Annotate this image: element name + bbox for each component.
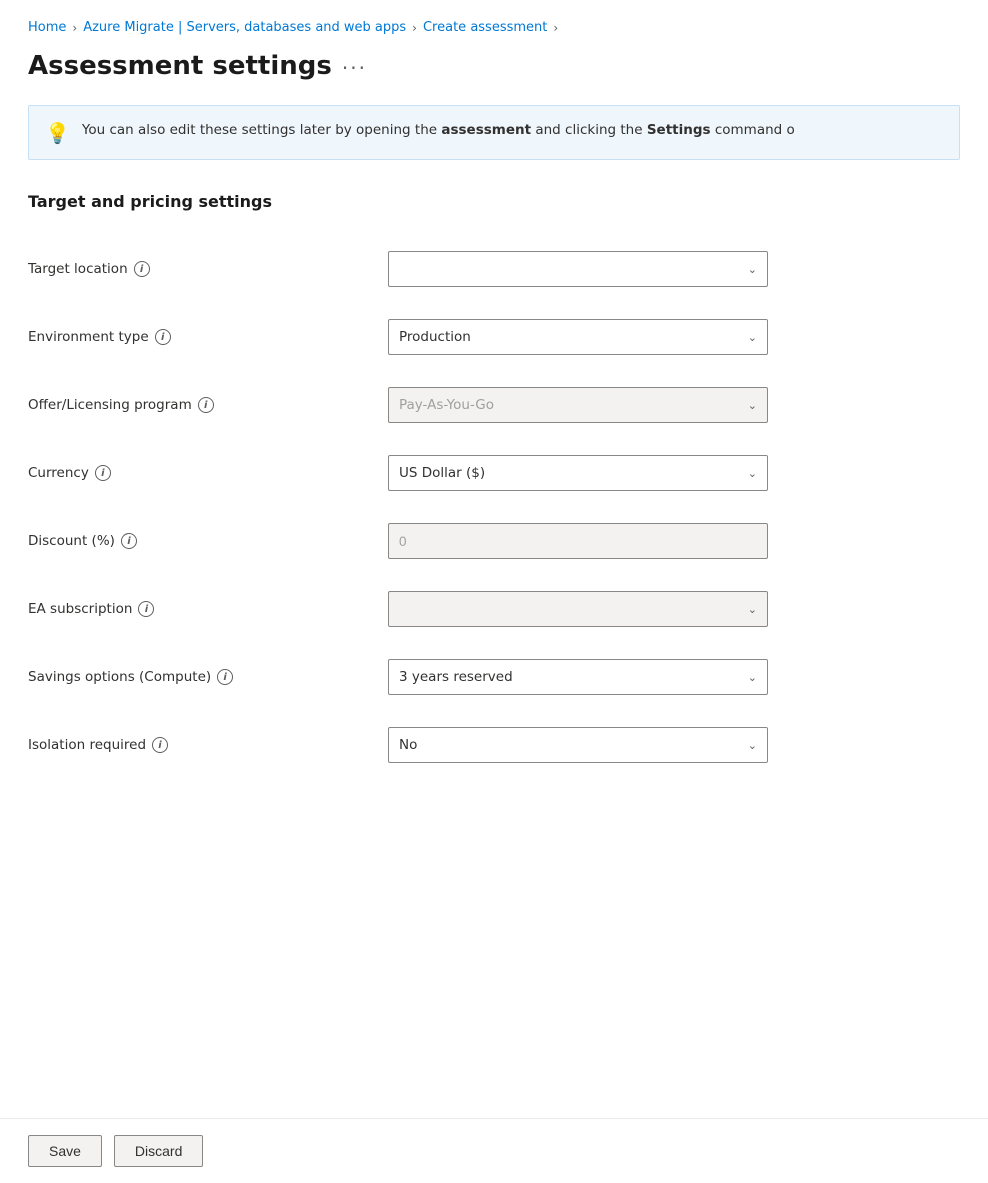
dropdown-environment-type[interactable]: Production ⌄ — [388, 319, 768, 355]
chevron-environment-type: ⌄ — [748, 331, 757, 344]
label-ea-subscription: EA subscription i — [28, 601, 388, 617]
control-currency: US Dollar ($) ⌄ — [388, 455, 768, 491]
form-row-ea-subscription: EA subscription i ⌄ — [28, 575, 960, 643]
dropdown-currency-value: US Dollar ($) — [399, 465, 485, 481]
dropdown-offer-licensing[interactable]: Pay-As-You-Go ⌄ — [388, 387, 768, 423]
form-row-offer-licensing: Offer/Licensing program i Pay-As-You-Go … — [28, 371, 960, 439]
input-discount[interactable] — [388, 523, 768, 559]
info-environment-type[interactable]: i — [155, 329, 171, 345]
form-row-discount: Discount (%) i — [28, 507, 960, 575]
form-row-savings-options: Savings options (Compute) i 3 years rese… — [28, 643, 960, 711]
dropdown-target-location[interactable]: ⌄ — [388, 251, 768, 287]
dropdown-environment-type-value: Production — [399, 329, 471, 345]
label-offer-licensing: Offer/Licensing program i — [28, 397, 388, 413]
dropdown-offer-licensing-value: Pay-As-You-Go — [399, 397, 494, 413]
label-target-location: Target location i — [28, 261, 388, 277]
control-savings-options: 3 years reserved ⌄ — [388, 659, 768, 695]
control-target-location: ⌄ — [388, 251, 768, 287]
info-offer-licensing[interactable]: i — [198, 397, 214, 413]
breadcrumb-sep3: › — [553, 21, 558, 35]
dropdown-savings-options[interactable]: 3 years reserved ⌄ — [388, 659, 768, 695]
dropdown-currency[interactable]: US Dollar ($) ⌄ — [388, 455, 768, 491]
control-isolation-required: No ⌄ — [388, 727, 768, 763]
info-banner: 💡 You can also edit these settings later… — [28, 105, 960, 160]
discard-button[interactable]: Discard — [114, 1135, 203, 1167]
form-row-isolation-required: Isolation required i No ⌄ — [28, 711, 960, 779]
breadcrumb-sep1: › — [72, 21, 77, 35]
breadcrumb-create-assessment[interactable]: Create assessment — [423, 20, 547, 35]
chevron-savings-options: ⌄ — [748, 671, 757, 684]
chevron-ea-subscription: ⌄ — [748, 603, 757, 616]
save-button[interactable]: Save — [28, 1135, 102, 1167]
footer: Save Discard — [0, 1118, 988, 1183]
info-isolation-required[interactable]: i — [152, 737, 168, 753]
label-isolation-required: Isolation required i — [28, 737, 388, 753]
form-row-currency: Currency i US Dollar ($) ⌄ — [28, 439, 960, 507]
control-environment-type: Production ⌄ — [388, 319, 768, 355]
more-options-button[interactable]: ··· — [342, 56, 367, 80]
breadcrumb: Home › Azure Migrate | Servers, database… — [28, 20, 960, 35]
chevron-isolation-required: ⌄ — [748, 739, 757, 752]
control-ea-subscription: ⌄ — [388, 591, 768, 627]
control-discount — [388, 523, 768, 559]
label-discount: Discount (%) i — [28, 533, 388, 549]
breadcrumb-azure-migrate[interactable]: Azure Migrate | Servers, databases and w… — [83, 20, 406, 35]
chevron-offer-licensing: ⌄ — [748, 399, 757, 412]
info-savings-options[interactable]: i — [217, 669, 233, 685]
info-target-location[interactable]: i — [134, 261, 150, 277]
label-environment-type: Environment type i — [28, 329, 388, 345]
dropdown-ea-subscription-value — [399, 601, 403, 617]
info-banner-text: You can also edit these settings later b… — [82, 120, 795, 140]
form-row-environment-type: Environment type i Production ⌄ — [28, 303, 960, 371]
label-savings-options: Savings options (Compute) i — [28, 669, 388, 685]
info-ea-subscription[interactable]: i — [138, 601, 154, 617]
dropdown-isolation-required[interactable]: No ⌄ — [388, 727, 768, 763]
page-title: Assessment settings — [28, 51, 332, 81]
dropdown-ea-subscription[interactable]: ⌄ — [388, 591, 768, 627]
bulb-icon: 💡 — [45, 121, 70, 145]
form-grid: Target location i ⌄ Environment type i P… — [28, 235, 960, 779]
control-offer-licensing: Pay-As-You-Go ⌄ — [388, 387, 768, 423]
info-currency[interactable]: i — [95, 465, 111, 481]
label-currency: Currency i — [28, 465, 388, 481]
dropdown-savings-options-value: 3 years reserved — [399, 669, 513, 685]
chevron-target-location: ⌄ — [748, 263, 757, 276]
section-title: Target and pricing settings — [28, 192, 960, 211]
info-discount[interactable]: i — [121, 533, 137, 549]
form-row-target-location: Target location i ⌄ — [28, 235, 960, 303]
dropdown-target-location-value — [399, 261, 403, 277]
chevron-currency: ⌄ — [748, 467, 757, 480]
breadcrumb-sep2: › — [412, 21, 417, 35]
page-title-row: Assessment settings ··· — [28, 51, 960, 81]
breadcrumb-home[interactable]: Home — [28, 20, 66, 35]
dropdown-isolation-required-value: No — [399, 737, 417, 753]
